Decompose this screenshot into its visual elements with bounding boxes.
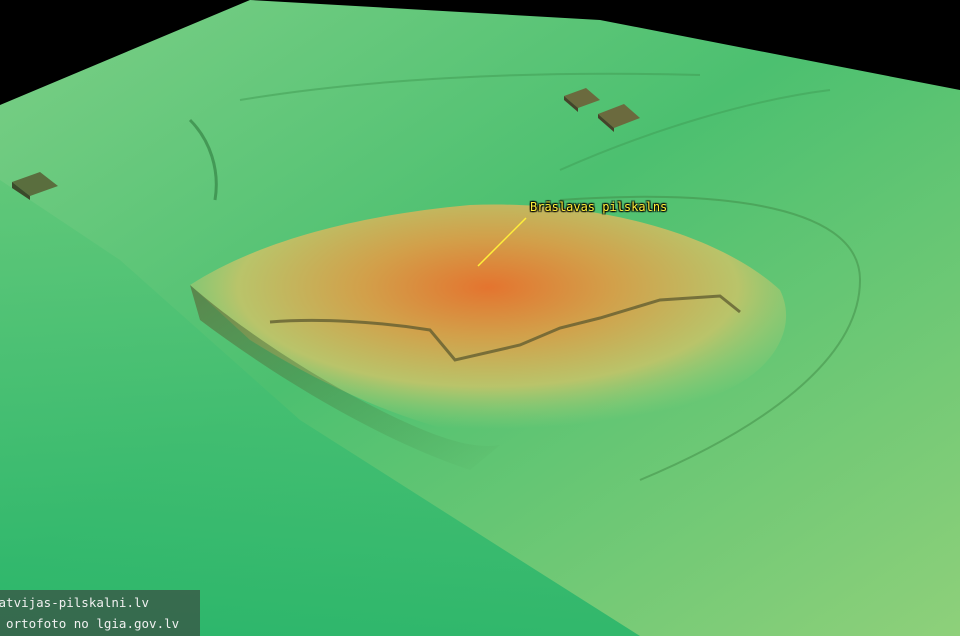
credits-box: latvijas-pilskalni.lv n ortofoto no lgia… [0,590,200,636]
credit-line-2: n ortofoto no lgia.gov.lv [0,616,180,631]
credit-line-1: latvijas-pilskalni.lv [0,595,150,610]
hillfort-label: Brāslavas pilskalns [530,200,668,214]
terrain-relief-map[interactable] [0,0,960,636]
